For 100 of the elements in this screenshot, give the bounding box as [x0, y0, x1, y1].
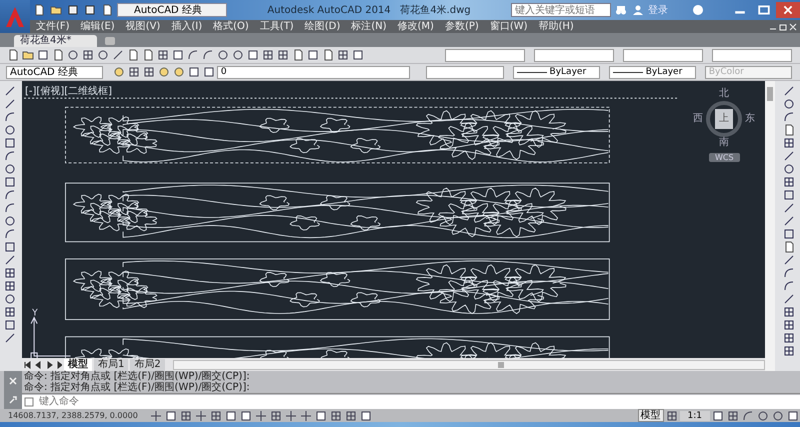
line-icon[interactable] [150, 410, 162, 422]
menu-item[interactable]: 绘图(D) [304, 20, 340, 32]
layer-dropdown[interactable]: 0 [216, 66, 410, 78]
menu-item[interactable]: 帮助(H) [538, 20, 574, 32]
line-icon[interactable] [783, 293, 795, 305]
menu-item[interactable]: 编辑(E) [80, 20, 115, 32]
square-icon[interactable] [202, 66, 215, 78]
search-field[interactable]: 键入关键字或短语 [511, 3, 611, 17]
square-icon[interactable] [307, 49, 319, 61]
circle-icon[interactable] [4, 293, 16, 305]
linetype-dropdown[interactable]: ByLayer [512, 66, 600, 78]
user-icon[interactable] [632, 4, 644, 16]
line-icon[interactable] [112, 49, 124, 61]
vertical-scrollbar[interactable] [765, 81, 775, 371]
grid-icon[interactable] [180, 410, 192, 422]
square-icon[interactable] [188, 66, 200, 78]
circle-icon[interactable] [783, 98, 795, 110]
page-icon[interactable] [142, 49, 154, 61]
grid-icon[interactable] [783, 345, 795, 357]
grid-icon[interactable] [783, 332, 795, 344]
multileader-style-dropdown[interactable] [712, 48, 792, 62]
square-icon[interactable] [315, 410, 327, 422]
line-icon[interactable] [285, 410, 297, 422]
page-icon[interactable] [322, 49, 334, 61]
page-icon[interactable] [101, 4, 113, 16]
line-icon[interactable] [783, 150, 795, 162]
square-icon[interactable] [787, 410, 799, 422]
line-icon[interactable] [783, 85, 795, 97]
line-icon[interactable] [4, 98, 16, 110]
grid-icon[interactable] [262, 49, 274, 61]
compass-label[interactable]: 东 [745, 113, 755, 125]
menu-item[interactable]: 格式(O) [213, 20, 249, 32]
grid-icon[interactable] [4, 280, 16, 292]
menu-item[interactable]: 修改(M) [398, 20, 434, 32]
menu-item[interactable]: 插入(I) [171, 20, 202, 32]
layout-tab[interactable]: 布局2 [130, 358, 165, 370]
grid-icon[interactable] [142, 66, 155, 78]
window-controls-icon[interactable] [768, 22, 798, 32]
arc-icon[interactable] [4, 150, 16, 162]
line-icon[interactable] [783, 215, 795, 227]
square-icon[interactable] [783, 189, 795, 201]
arc-icon[interactable] [4, 228, 16, 240]
compass-label[interactable]: 西 [693, 113, 703, 125]
circle-icon[interactable] [67, 49, 79, 61]
dimension-style-dropdown[interactable] [534, 48, 614, 62]
text-style-dropdown[interactable] [445, 48, 525, 62]
command-input[interactable]: 键入命令 [36, 394, 800, 409]
square-icon[interactable] [4, 176, 16, 188]
square-icon[interactable] [352, 49, 364, 61]
circle-icon[interactable] [97, 49, 109, 61]
square-icon[interactable] [247, 49, 259, 61]
workspace-dropdown[interactable]: AutoCAD 经典 [117, 3, 227, 17]
line-icon[interactable] [4, 332, 16, 344]
line-icon[interactable] [783, 254, 795, 266]
line-icon[interactable] [783, 202, 795, 214]
folder-icon[interactable] [22, 49, 34, 61]
color-dropdown[interactable] [426, 66, 504, 78]
model-button[interactable]: 模型 [638, 409, 664, 422]
page-icon[interactable] [783, 241, 795, 253]
line-icon[interactable] [4, 254, 16, 266]
square-icon[interactable] [172, 49, 184, 61]
page-icon[interactable] [783, 124, 795, 136]
circle-icon[interactable] [217, 49, 229, 61]
grid-icon[interactable] [128, 66, 140, 78]
grid-icon[interactable] [783, 137, 795, 149]
viewcube-face[interactable]: 上 [715, 109, 733, 129]
circle-icon[interactable] [112, 66, 125, 78]
line-icon[interactable] [255, 410, 267, 422]
file-tab[interactable]: 荷花鱼4米* [14, 35, 98, 47]
square-icon[interactable] [67, 4, 79, 16]
page-icon[interactable] [127, 49, 139, 61]
compass-label[interactable]: 南 [719, 137, 729, 149]
grid-icon[interactable] [345, 410, 357, 422]
folder-icon[interactable] [50, 4, 62, 16]
arc-icon[interactable] [4, 189, 16, 201]
grid-icon[interactable] [666, 410, 678, 422]
arc-icon[interactable] [187, 49, 199, 61]
arc-icon[interactable] [783, 267, 795, 279]
line-icon[interactable] [195, 410, 207, 422]
square-icon[interactable] [4, 137, 16, 149]
circle-icon[interactable] [4, 124, 16, 136]
grid-icon[interactable] [727, 410, 739, 422]
viewport-label[interactable]: [-][俯视][二维线框] [25, 84, 112, 98]
menu-item[interactable]: 窗口(W) [490, 20, 528, 32]
menu-item[interactable]: 文件(F) [36, 20, 70, 32]
square-icon[interactable] [240, 410, 252, 422]
circle-icon[interactable] [158, 66, 170, 78]
arc-icon[interactable] [202, 49, 214, 61]
circle-icon[interactable] [772, 410, 784, 422]
arc-icon[interactable] [783, 111, 795, 123]
square-icon[interactable] [37, 49, 49, 61]
circle-icon[interactable] [757, 410, 769, 422]
menu-item[interactable]: 工具(T) [260, 20, 294, 32]
square-icon[interactable] [4, 319, 16, 331]
circle-icon[interactable] [4, 163, 16, 175]
square-icon[interactable] [225, 410, 237, 422]
grid-icon[interactable] [4, 267, 16, 279]
arc-icon[interactable] [4, 111, 16, 123]
grid-icon[interactable] [270, 410, 282, 422]
grid-icon[interactable] [157, 49, 169, 61]
